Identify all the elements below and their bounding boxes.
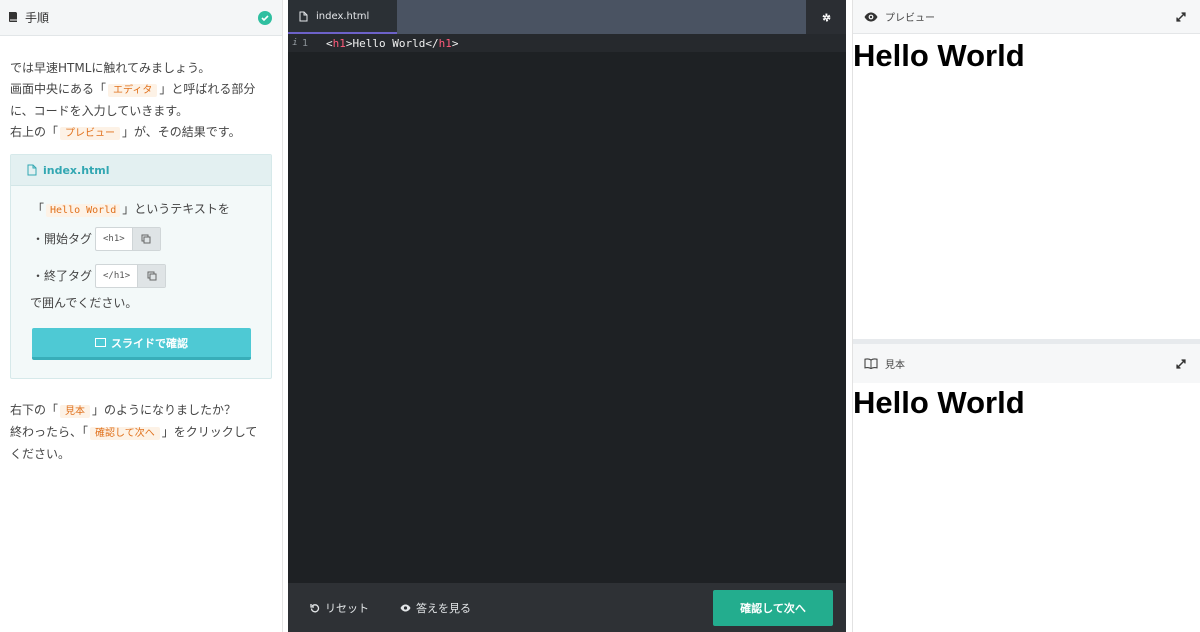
file-icon [299, 11, 308, 21]
sample-body: Hello World [853, 383, 1200, 423]
task-box: index.html 「Hello World 」というテキストを ・開始タグ <… [10, 154, 272, 379]
gear-icon [822, 13, 830, 21]
tab-label: index.html [316, 10, 370, 22]
instructions-header: 手順 [0, 0, 282, 36]
close-tag-row: ・終了タグ </h1> [32, 263, 251, 288]
close-tag-pill: </h1> [95, 263, 167, 288]
copy-close-tag-button[interactable] [137, 264, 166, 287]
editor-tabbar: index.html [288, 0, 846, 34]
code-tag-token: h1 [332, 36, 346, 50]
task-text-part: 「 [32, 202, 45, 216]
check-circle-icon [258, 10, 272, 25]
code-token: < [326, 36, 333, 50]
highlight-sample: 見本 [60, 405, 91, 418]
close-tag-label: ・終了タグ [32, 269, 93, 283]
slide-icon [95, 338, 106, 347]
reset-button[interactable]: リセット [310, 600, 369, 616]
highlight-preview: プレビュー [60, 127, 121, 140]
highlight-hello-world: Hello World [46, 204, 121, 217]
highlight-editor: エディタ [108, 84, 158, 97]
step-text: 画面中央にある「 [10, 82, 107, 96]
step-line: 画面中央にある「 エディタ 」と呼ばれる部分 [10, 79, 272, 101]
preview-title: プレビュー [885, 13, 935, 24]
expand-icon[interactable] [1176, 358, 1186, 369]
settings-button[interactable] [806, 0, 846, 34]
code-line[interactable]: i 1 <h1>Hello World</h1> [288, 34, 846, 52]
step-line: 右下の「 見本 」のようになりましたか？ [10, 400, 272, 422]
code-token: Hello World [352, 36, 426, 50]
output-panels: プレビュー Hello World 見本 Hello World [852, 0, 1200, 632]
step-text: 右上の「 [10, 125, 59, 139]
preview-heading: Hello World [853, 38, 1025, 73]
code-content: <h1>Hello World</h1> [326, 37, 458, 50]
show-answer-button[interactable]: 答えを見る [400, 600, 471, 616]
preview-body: Hello World [853, 34, 1200, 339]
copy-icon [147, 271, 157, 280]
sample-heading: Hello World [853, 385, 1025, 420]
open-tag-label: ・開始タグ [32, 232, 93, 246]
step-text: 」のようになりましたか？ [92, 403, 237, 417]
open-tag-code: <h1> [103, 233, 125, 244]
reset-icon [310, 603, 320, 612]
slide-confirm-button[interactable]: スライドで確認 [32, 328, 251, 360]
highlight-next: 確認して次へ [90, 427, 160, 440]
step-line: ください。 [10, 447, 71, 461]
bottom-instructions: 右下の「 見本 」のようになりましたか？ 終わったら、「 確認して次へ 」をクリックして… [0, 379, 282, 465]
instructions-title: 手順 [25, 11, 50, 25]
step-text: 」をクリックして [161, 425, 258, 439]
editor-footer: リセット 答えを見る 確認して次へ [288, 583, 846, 632]
step-line: 終わったら、「 確認して次へ 」をクリックして [10, 422, 272, 444]
show-answer-label: 答えを見る [416, 601, 471, 615]
step-text: 」と呼ばれる部分 [159, 82, 256, 96]
code-token: > [345, 36, 353, 50]
code-token: </ [425, 36, 439, 50]
task-text: 「Hello World 」というテキストを [32, 198, 251, 222]
open-tag-pill: <h1> [95, 226, 161, 251]
confirm-next-button[interactable]: 確認して次へ [713, 590, 833, 626]
eye-icon [864, 12, 878, 21]
step-text: 終わったら、「 [10, 425, 89, 439]
open-book-icon [864, 358, 878, 369]
file-icon [27, 161, 37, 180]
reset-label: リセット [325, 601, 369, 615]
instruction-steps: では早速HTMLに触れてみましょう。 画面中央にある「 エディタ 」と呼ばれる部分 … [0, 36, 282, 144]
code-tag-token: h1 [438, 36, 452, 50]
code-editor: index.html i 1 <h1>Hello World</h1> リセット… [288, 0, 846, 632]
step-text: 」が、その結果です。 [122, 125, 241, 139]
task-filename: index.html [43, 163, 110, 177]
task-body: 「Hello World 」というテキストを ・開始タグ <h1> ・終了タグ <… [11, 186, 271, 378]
expand-icon[interactable] [1176, 11, 1186, 22]
sample-title: 見本 [885, 360, 905, 371]
tab-index-html[interactable]: index.html [288, 0, 397, 34]
copy-open-tag-button[interactable] [131, 227, 160, 250]
task-end-text: で囲んでください。 [30, 296, 138, 310]
slide-button-label: スライドで確認 [111, 336, 188, 350]
task-text-part: 」というテキストを [122, 202, 230, 216]
code-input-area[interactable]: i 1 <h1>Hello World</h1> [288, 34, 846, 583]
copy-icon [141, 234, 151, 243]
book-icon [7, 8, 19, 27]
sample-header: 見本 [853, 344, 1200, 383]
step-line: では早速HTMLに触れてみましょう。 [10, 61, 211, 75]
step-line: に、コードを入力していきます。 [10, 104, 189, 118]
preview-header: プレビュー [853, 0, 1200, 34]
line-number: 1 [302, 37, 309, 49]
close-tag-code: </h1> [103, 270, 131, 281]
eye-icon [400, 604, 411, 611]
open-tag-row: ・開始タグ <h1> [32, 226, 251, 251]
task-box-header: index.html [11, 155, 271, 186]
instructions-panel: 手順 では早速HTMLに触れてみましょう。 画面中央にある「 エディタ 」と呼ばれる… [0, 0, 283, 632]
info-gutter-icon: i [292, 38, 298, 48]
step-text: 右下の「 [10, 403, 59, 417]
step-line: 右上の「 プレビュー 」が、その結果です。 [10, 122, 272, 144]
code-token: > [451, 36, 459, 50]
